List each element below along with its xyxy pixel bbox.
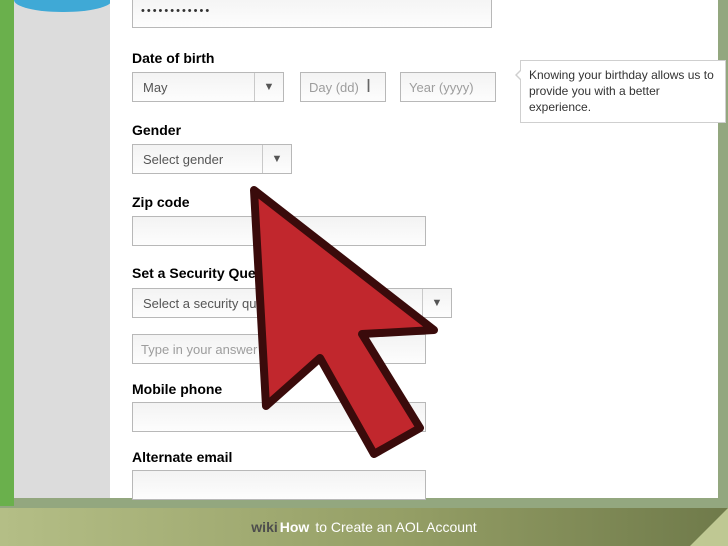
gender-select[interactable]: Select gender ▼ [132,144,292,174]
alt-email-label: Alternate email [132,449,232,465]
dob-month-select[interactable]: May ▼ [132,72,284,102]
security-question-label: Set a Security Question [132,265,289,281]
dob-year-input[interactable] [400,72,496,102]
mobile-label: Mobile phone [132,381,222,397]
chevron-down-icon: ▼ [254,73,283,101]
gender-label: Gender [132,122,181,138]
dob-label: Date of birth [132,50,214,66]
dob-day-input[interactable] [300,72,386,102]
chevron-down-icon: ▼ [262,145,291,173]
mobile-input[interactable] [132,402,426,432]
caption-title: to Create an AOL Account [315,519,476,535]
caption-wiki: wiki [251,519,277,535]
caption-how: How [280,519,310,535]
wikihow-caption-bar: wikiHow to Create an AOL Account [0,508,728,546]
security-question-select[interactable]: Select a security question ▼ [132,288,452,318]
zip-label: Zip code [132,194,190,210]
zip-input[interactable] [132,216,426,246]
security-question-selected: Select a security question [141,296,422,311]
signup-form-panel: •••••••••••• Date of birth May ▼ I Knowi… [110,0,718,498]
chevron-down-icon: ▼ [422,289,451,317]
dob-tooltip: Knowing your birthday allows us to provi… [520,60,726,123]
dob-tooltip-text: Knowing your birthday allows us to provi… [529,68,714,114]
caption-corner-accent [690,508,728,546]
gender-selected: Select gender [141,152,262,167]
alt-email-input[interactable] [132,470,426,500]
dob-month-selected: May [141,80,254,95]
password-field[interactable]: •••••••••••• [132,0,492,28]
security-answer-input[interactable] [132,334,426,364]
password-masked-value: •••••••••••• [141,5,211,17]
